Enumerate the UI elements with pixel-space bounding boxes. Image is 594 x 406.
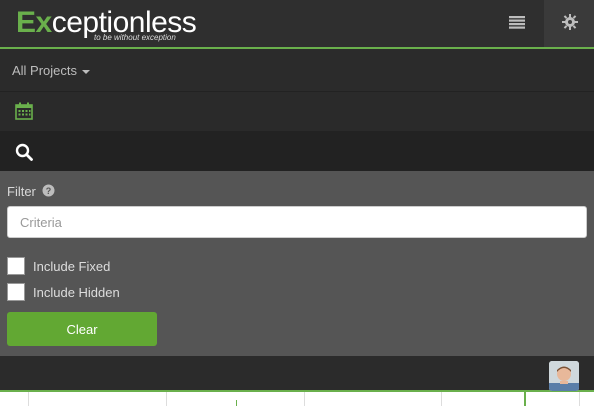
date-range-bar — [0, 92, 594, 132]
include-hidden-label: Include Hidden — [33, 285, 120, 300]
chart-gridline — [579, 392, 580, 406]
help-icon[interactable]: ? — [42, 184, 55, 197]
filter-panel: Filter ? Include Fixed Include Hidden Cl… — [0, 171, 594, 356]
include-hidden-checkbox[interactable] — [7, 283, 25, 301]
include-fixed-checkbox[interactable] — [7, 257, 25, 275]
avatar[interactable] — [549, 361, 579, 391]
project-dropdown-label: All Projects — [12, 63, 78, 78]
chart-gridline — [441, 392, 442, 406]
chart-spike — [524, 392, 526, 406]
gear-icon — [562, 14, 578, 30]
calendar-icon[interactable] — [15, 102, 33, 120]
all-projects-dropdown[interactable]: All Projects — [12, 63, 91, 78]
search-bar — [0, 132, 594, 171]
filter-label: Filter — [7, 184, 36, 199]
chart-strip — [0, 392, 594, 406]
menu-icon[interactable] — [508, 15, 526, 31]
clear-button[interactable]: Clear — [7, 312, 157, 346]
chart-gridline — [28, 392, 29, 406]
chart-gridline — [304, 392, 305, 406]
svg-text:?: ? — [46, 186, 52, 196]
logo-tagline: to be without exception — [94, 33, 176, 42]
settings-button[interactable] — [544, 0, 594, 47]
top-navbar: Exceptionless to be without exception — [0, 0, 594, 49]
criteria-input[interactable] — [7, 206, 587, 238]
bottom-bar — [0, 356, 594, 392]
search-icon[interactable] — [15, 143, 33, 161]
caret-down-icon — [82, 69, 91, 74]
avatar-image — [549, 361, 579, 391]
chart-gridline — [166, 392, 167, 406]
include-fixed-label: Include Fixed — [33, 259, 111, 274]
project-selector-bar: All Projects — [0, 49, 594, 92]
chart-spike — [236, 400, 237, 406]
